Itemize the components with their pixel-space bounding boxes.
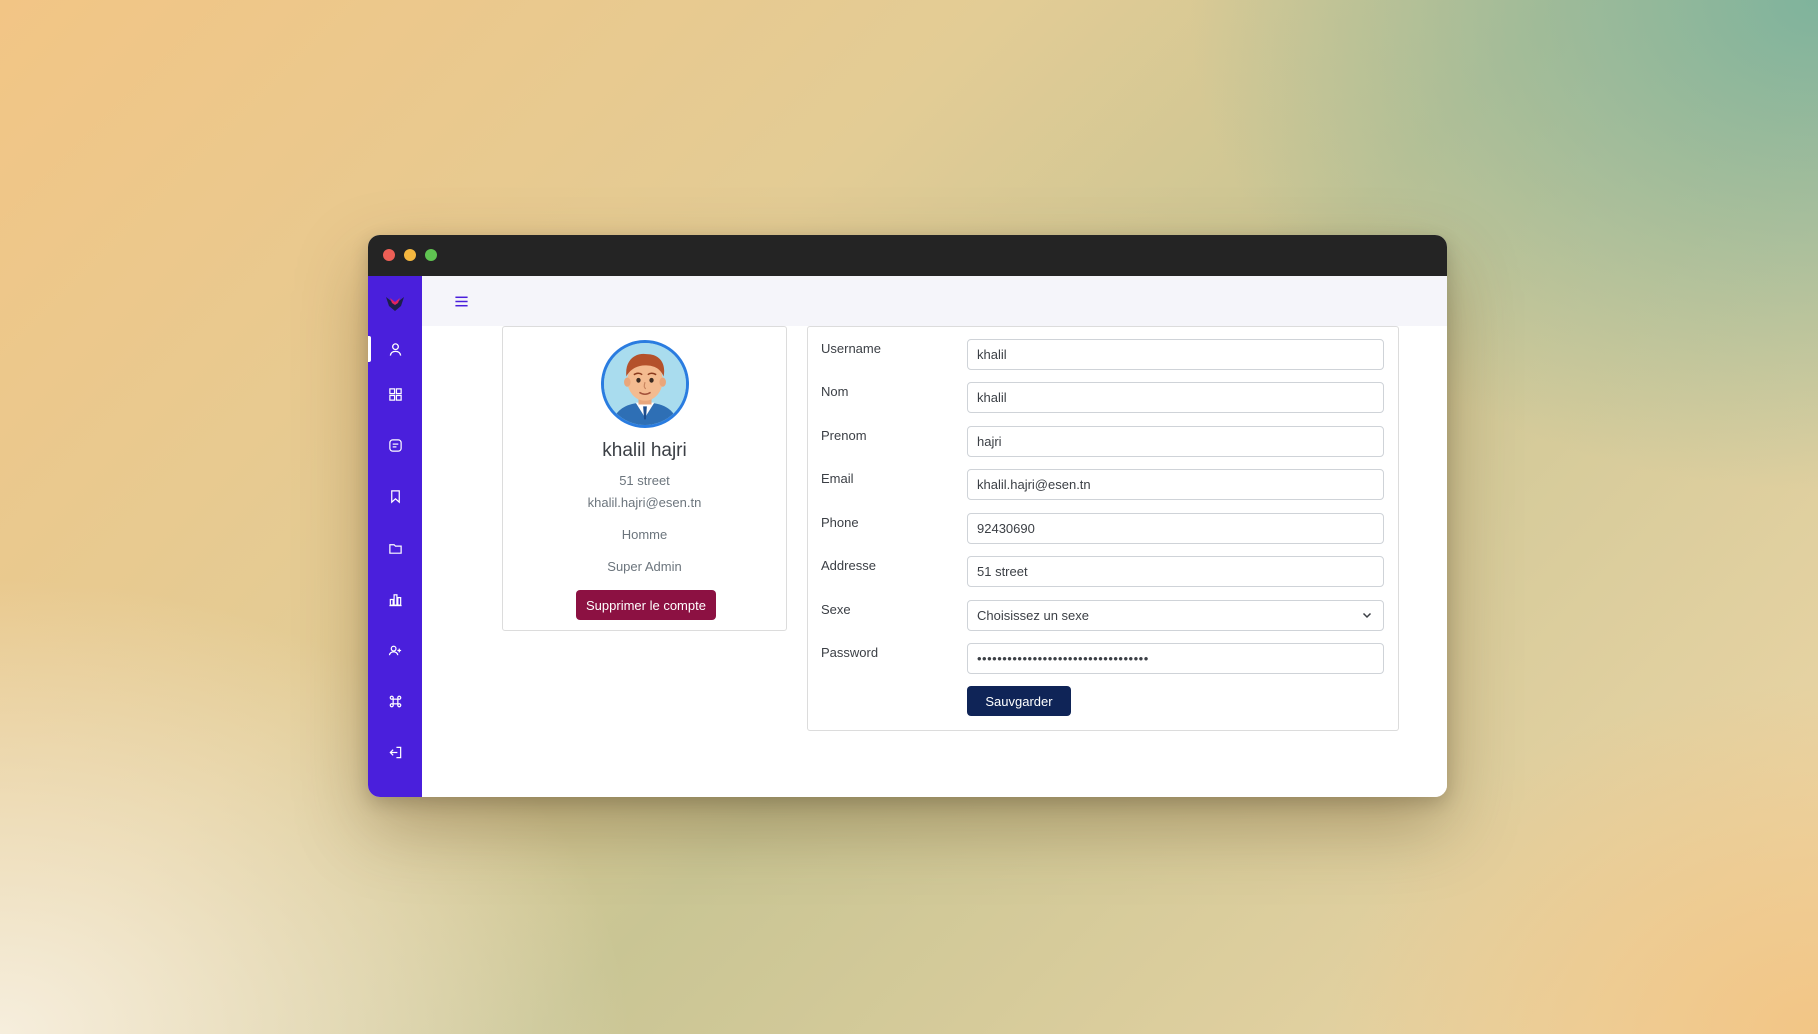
password-input[interactable] [967, 643, 1384, 674]
sidebar-item-statistics[interactable] [368, 579, 422, 619]
addresse-label: Addresse [821, 558, 876, 573]
sidebar-item-bookmarks[interactable] [368, 476, 422, 516]
minimize-window-button[interactable] [404, 249, 416, 261]
sidebar-item-dashboard[interactable] [368, 374, 422, 414]
user-add-icon [388, 645, 401, 655]
top-bar [422, 276, 1447, 326]
maximize-window-button[interactable] [425, 249, 437, 261]
sexe-select[interactable]: Choisissez un sexe [967, 600, 1384, 631]
nom-input[interactable] [967, 382, 1384, 413]
username-label: Username [821, 341, 881, 356]
folder-icon [388, 543, 402, 554]
avatar [601, 340, 689, 428]
main-content: khalil hajri 51 street khalil.hajri@esen… [422, 326, 1447, 797]
sidebar-item-profile[interactable] [368, 329, 422, 369]
chevron-down-icon [1362, 612, 1372, 619]
sexe-select-value: Choisissez un sexe [977, 608, 1089, 623]
close-window-button[interactable] [383, 249, 395, 261]
app-window: khalil hajri 51 street khalil.hajri@esen… [368, 235, 1447, 797]
profile-full-name: khalil hajri [602, 440, 687, 461]
profile-form: Username Nom Prenom Email Phone Addresse… [807, 326, 1399, 731]
sidebar-item-logout[interactable] [368, 732, 422, 772]
profile-role: Super Admin [607, 559, 682, 574]
profile-address: 51 street [619, 473, 670, 488]
sidebar-item-messages[interactable] [368, 425, 422, 465]
delete-account-button[interactable]: Supprimer le compte [576, 590, 716, 620]
sidebar [368, 276, 422, 797]
command-icon [389, 695, 401, 707]
app-logo[interactable] [384, 292, 406, 314]
sidebar-item-command[interactable] [368, 681, 422, 721]
prenom-label: Prenom [821, 428, 867, 443]
bookmark-icon [390, 489, 400, 503]
nom-label: Nom [821, 384, 849, 399]
sidebar-item-folders[interactable] [368, 528, 422, 568]
phone-label: Phone [821, 515, 859, 530]
sexe-label: Sexe [821, 602, 851, 617]
message-icon [388, 438, 402, 452]
save-button[interactable]: Sauvgarder [967, 686, 1071, 716]
password-label: Password [821, 645, 879, 660]
logout-icon [388, 746, 401, 758]
profile-email: khalil.hajri@esen.tn [587, 495, 702, 510]
username-input[interactable] [967, 339, 1384, 370]
email-label: Email [821, 471, 854, 486]
profile-gender: Homme [621, 527, 668, 542]
bar-chart-icon [388, 593, 402, 606]
phone-input[interactable] [967, 513, 1384, 544]
hamburger-menu-icon[interactable] [450, 290, 472, 312]
user-icon [389, 342, 401, 356]
grid-icon [388, 387, 402, 401]
email-field[interactable] [967, 469, 1384, 500]
window-titlebar [368, 235, 1447, 276]
sidebar-item-add-user[interactable] [368, 630, 422, 670]
addresse-input[interactable] [967, 556, 1384, 587]
profile-card: khalil hajri 51 street khalil.hajri@esen… [502, 326, 787, 631]
prenom-input[interactable] [967, 426, 1384, 457]
